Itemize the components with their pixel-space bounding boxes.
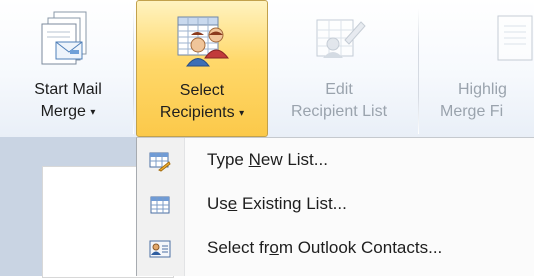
edit-recipient-list-icon	[311, 10, 367, 72]
select-recipients-icon	[172, 11, 232, 73]
start-mail-merge-label-line2: Merge ▾	[40, 103, 96, 120]
ribbon-divider	[418, 8, 419, 134]
select-recipients-label-line2: Recipients ▾	[159, 104, 245, 121]
highlight-merge-fields-button[interactable]: Highlig Merge Fi	[426, 0, 534, 137]
outlook-contacts-icon	[149, 238, 171, 265]
start-mail-merge-button[interactable]: Start Mail Merge ▾	[6, 0, 130, 137]
type-new-list-icon	[149, 150, 171, 177]
edit-recipient-list-label-line1: Edit	[325, 81, 353, 98]
start-mail-merge-icon	[40, 10, 96, 72]
menu-item-label: Type New List...	[207, 150, 328, 169]
menu-item-label: Use Existing List...	[207, 194, 347, 213]
highlight-merge-fields-icon	[496, 10, 534, 72]
edit-recipient-list-label-line2: Recipient List	[290, 103, 388, 120]
edit-recipient-list-button[interactable]: Edit Recipient List	[270, 0, 408, 137]
use-existing-list-icon	[149, 194, 171, 221]
chevron-down-icon: ▾	[90, 107, 96, 118]
ribbon-divider	[133, 8, 134, 134]
select-recipients-button[interactable]: Select Recipients ▾	[136, 0, 268, 137]
select-recipients-label-line1: Select	[179, 82, 225, 99]
highlight-merge-fields-label-line1: Highlig	[458, 81, 507, 98]
highlight-merge-fields-label-line2: Merge Fi	[440, 103, 504, 120]
start-mail-merge-label-line1: Start Mail	[34, 81, 102, 98]
menu-item-select-from-outlook-contacts[interactable]: Select from Outlook Contacts...	[137, 231, 534, 267]
select-recipients-dropdown: Type New List... Use Existing List... Se…	[136, 137, 534, 276]
menu-item-use-existing-list[interactable]: Use Existing List...	[137, 187, 534, 223]
menu-item-type-new-list[interactable]: Type New List...	[137, 143, 534, 179]
chevron-down-icon: ▾	[239, 108, 245, 119]
menu-item-label: Select from Outlook Contacts...	[207, 238, 443, 257]
